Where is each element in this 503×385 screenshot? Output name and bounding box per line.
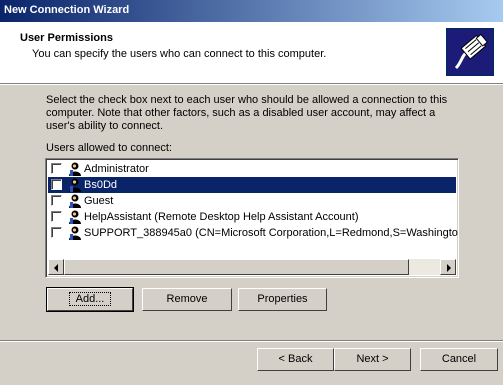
user-name: HelpAssistant (Remote Desktop Help Assis… [84,211,359,223]
cancel-button[interactable]: Cancel [420,348,498,371]
page-title: User Permissions [20,32,113,44]
add-button-label: Add... [68,292,112,306]
add-user-button[interactable]: Add... [46,287,134,312]
arrow-left-icon [54,264,58,272]
user-checkbox[interactable] [51,227,62,238]
back-button[interactable]: < Back [257,348,334,371]
window-title: New Connection Wizard [4,4,130,16]
users-list-label: Users allowed to connect: [46,142,172,154]
user-name: Administrator [84,163,149,175]
list-item[interactable]: Administrator [48,161,456,177]
user-icon [69,226,81,240]
list-item[interactable]: SUPPORT_388945a0 (CN=Microsoft Corporati… [48,225,459,241]
title-bar[interactable]: New Connection Wizard [0,0,503,22]
properties-button[interactable]: Properties [238,288,327,311]
user-icon [69,210,81,224]
instructions-text: Select the check box next to each user w… [46,94,448,132]
footer-divider-highlight [0,341,503,342]
next-button[interactable]: Next > [334,348,411,371]
user-name: SUPPORT_388945a0 (CN=Microsoft Corporati… [84,227,459,239]
list-item[interactable]: Bs0Dd [48,177,456,193]
user-name: Guest [84,195,114,207]
list-item[interactable]: HelpAssistant (Remote Desktop Help Assis… [48,209,456,225]
user-icon [69,162,81,176]
wizard-header: User Permissions You can specify the use… [0,22,503,84]
header-divider [0,84,503,85]
page-subtitle: You can specify the users who can connec… [32,48,327,60]
remove-user-button[interactable]: Remove [142,288,232,311]
scroll-right-button[interactable] [440,259,456,275]
list-item[interactable]: Guest [48,193,456,209]
wizard-window: New Connection Wizard User Permissions Y… [0,0,503,385]
user-icon [69,178,81,192]
user-name: Bs0Dd [84,179,118,191]
user-checkbox[interactable] [51,179,62,190]
user-checkbox[interactable] [51,195,62,206]
user-icon [69,194,81,208]
scrollbar-thumb[interactable] [64,259,409,275]
network-cable-plug-icon [446,28,494,76]
horizontal-scrollbar[interactable] [48,259,456,275]
users-listbox[interactable]: Administrator Bs0Dd Guest HelpAssistant … [45,158,459,278]
user-checkbox[interactable] [51,163,62,174]
user-checkbox[interactable] [51,211,62,222]
arrow-right-icon [447,264,451,272]
scroll-left-button[interactable] [48,259,64,275]
